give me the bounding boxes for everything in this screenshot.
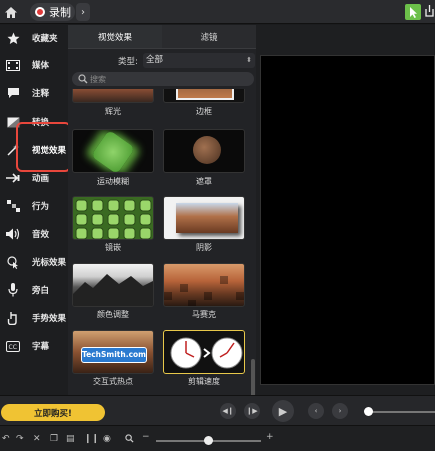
effect-thumb-interactive-hotspot[interactable]: TechSmith.com (72, 330, 154, 374)
play-icon[interactable]: ▶ (272, 400, 294, 422)
sidebar-item-cursor-effects[interactable]: 光标效果 (0, 249, 68, 275)
previous-icon[interactable]: ‹ (308, 403, 324, 419)
type-filter-value: 全部 (146, 55, 164, 65)
effect-label: 镜嵌 (105, 243, 121, 252)
effect-label: 遮罩 (196, 177, 212, 186)
effect-thumb-tile[interactable] (72, 196, 154, 240)
cut-icon[interactable]: ✕ (33, 434, 41, 444)
sidebar-item-label: 动画 (32, 174, 50, 184)
record-label: 录制 (49, 6, 71, 19)
redo-icon[interactable]: ↷ (16, 434, 24, 444)
panel-scrollbar[interactable] (251, 359, 255, 395)
playback-bar: 立即购买! ◀❙ ❙▶ ▶ ‹ › (0, 395, 435, 425)
search-input[interactable] (90, 72, 240, 86)
effect-label: 边框 (196, 107, 212, 116)
svg-text:CC: CC (9, 344, 17, 351)
sidebar-item-voice-narration[interactable]: 旁白 (0, 277, 68, 303)
effect-label: 交互式热点 (93, 377, 133, 386)
tab-filters[interactable]: 滤镜 (162, 25, 256, 49)
tab-visual-effects[interactable]: 视觉效果 (68, 25, 162, 49)
behavior-icon (6, 199, 20, 213)
sidebar-item-label: 注释 (32, 89, 50, 99)
type-filter-label: 类型: (118, 57, 138, 67)
effect-thumb-mask[interactable] (163, 129, 245, 173)
top-bar: 录制 › (0, 0, 435, 24)
zoom-icon[interactable] (125, 434, 134, 446)
annotation-icon (6, 86, 20, 100)
playhead-knob[interactable] (364, 407, 373, 416)
sidebar: 收藏夹 媒体 注释 转换 视觉效果 动画 行为 音效 光标效果 旁白 手势效果 … (0, 25, 68, 395)
sidebar-item-audio-effects[interactable]: 音效 (0, 221, 68, 247)
split-icon[interactable]: ❙❙ (84, 434, 99, 444)
hotspot-overlay-label: TechSmith.com (81, 347, 147, 363)
buy-now-button[interactable]: 立即购买! (1, 404, 105, 421)
effect-label: 运动模糊 (97, 177, 129, 186)
effect-thumb-glow[interactable] (72, 89, 154, 103)
effect-thumb-shadow[interactable] (163, 196, 245, 240)
hand-tool-icon[interactable] (424, 4, 435, 20)
panel-tabs: 视觉效果 滤镜 (68, 25, 256, 49)
caption-icon: CC (6, 339, 20, 353)
star-icon (6, 31, 20, 45)
sidebar-item-label: 手势效果 (32, 314, 67, 324)
sidebar-item-label: 旁白 (32, 286, 50, 296)
cursor-tool-button[interactable] (405, 4, 421, 20)
sidebar-item-label: 音效 (32, 230, 50, 240)
sidebar-item-captions[interactable]: CC 字幕 (0, 333, 68, 359)
home-icon[interactable] (2, 3, 20, 21)
type-filter-select[interactable]: 全部 ⬍ (143, 53, 255, 68)
record-button[interactable]: 录制 (30, 3, 75, 21)
sidebar-item-label: 媒体 (32, 61, 50, 71)
search-box (72, 72, 254, 86)
film-icon (6, 58, 20, 72)
sidebar-item-behaviors[interactable]: 行为 (0, 193, 68, 219)
effect-thumb-motion-blur[interactable] (72, 129, 154, 173)
record-dot-icon (35, 7, 45, 17)
updown-caret-icon: ⬍ (246, 56, 252, 64)
zoom-slider-knob[interactable] (204, 436, 213, 445)
gesture-icon (6, 311, 20, 325)
effects-grid: 辉光 边框 运动模糊 遮罩 镜嵌 阴影 颜色调整 马赛克 TechSmith.c… (68, 89, 256, 395)
type-filter-row: 类型: 全部 ⬍ (68, 53, 256, 69)
effect-label: 剪辑速度 (188, 377, 220, 386)
preview-area (256, 25, 435, 395)
effect-thumb-mosaic[interactable] (163, 263, 245, 307)
effect-thumb-border[interactable] (163, 89, 245, 103)
selection-highlight (16, 122, 71, 172)
sidebar-item-label: 光标效果 (32, 258, 67, 268)
effect-thumb-color-adjust[interactable] (72, 263, 154, 307)
sidebar-item-label: 收藏夹 (32, 34, 58, 44)
effect-label: 颜色调整 (97, 310, 129, 319)
effects-panel: 视觉效果 滤镜 类型: 全部 ⬍ 辉光 边框 运动模糊 遮罩 (68, 25, 256, 395)
animation-icon (6, 171, 20, 185)
effect-thumb-clip-speed[interactable] (163, 330, 245, 374)
step-back-icon[interactable]: ◀❙ (220, 403, 236, 419)
effect-label: 辉光 (105, 107, 121, 116)
microphone-icon (6, 283, 20, 297)
playback-progress-track[interactable] (368, 411, 435, 413)
chevron-right-icon[interactable]: › (76, 3, 90, 21)
cursor-effect-icon (6, 255, 20, 269)
speaker-icon (6, 227, 20, 241)
next-icon[interactable]: › (332, 403, 348, 419)
step-forward-icon[interactable]: ❙▶ (244, 403, 260, 419)
zoom-in-button[interactable]: + (266, 432, 274, 442)
snapshot-icon[interactable]: ◉ (103, 434, 111, 444)
sidebar-item-media[interactable]: 媒体 (0, 52, 68, 78)
undo-icon[interactable]: ↶ (2, 434, 10, 444)
copy-icon[interactable]: ❐ (50, 434, 58, 444)
sidebar-item-label: 字幕 (32, 342, 50, 352)
search-icon (78, 74, 88, 84)
timeline-toolbar: ↶ ↷ ✕ ❐ ▤ ❙❙ ◉ − + (0, 425, 435, 451)
sidebar-item-label: 行为 (32, 202, 50, 212)
preview-canvas[interactable] (260, 55, 435, 385)
paste-icon[interactable]: ▤ (66, 434, 75, 444)
sidebar-item-favorites[interactable]: 收藏夹 (0, 25, 68, 51)
zoom-out-button[interactable]: − (142, 432, 150, 442)
sidebar-item-annotations[interactable]: 注释 (0, 80, 68, 106)
effect-label: 马赛克 (192, 310, 216, 319)
effect-label: 阴影 (196, 243, 212, 252)
sidebar-item-gesture-effects[interactable]: 手势效果 (0, 305, 68, 331)
